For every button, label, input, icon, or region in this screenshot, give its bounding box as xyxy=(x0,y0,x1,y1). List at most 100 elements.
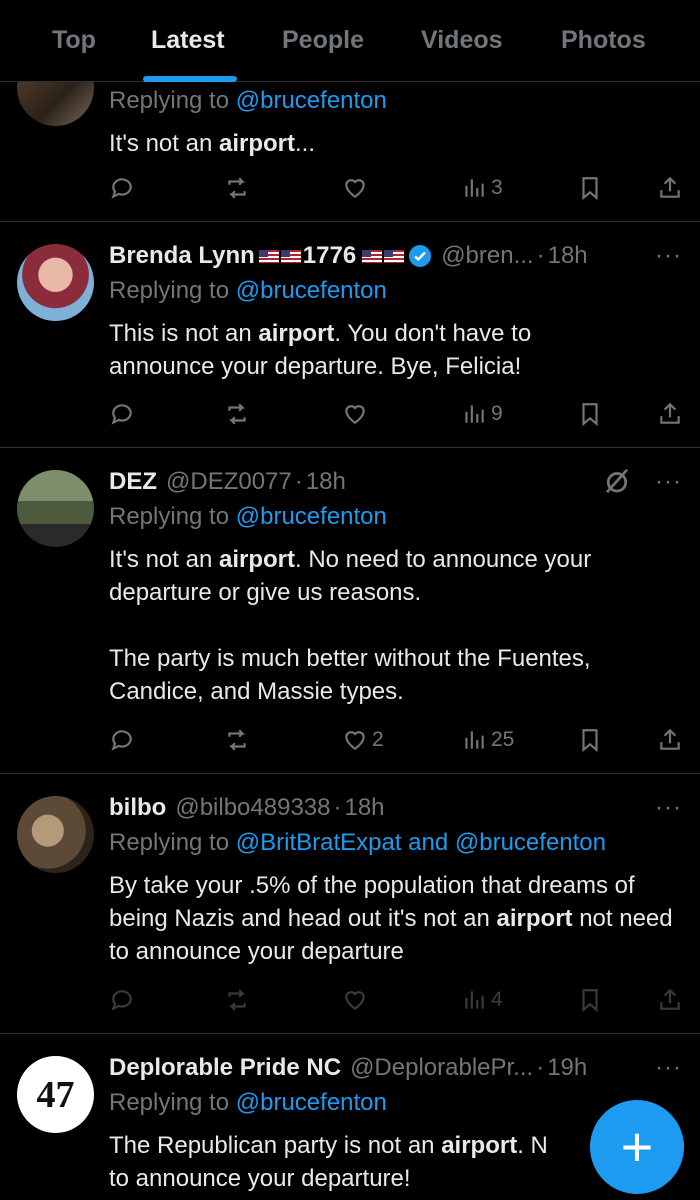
reply-icon xyxy=(111,178,132,199)
tweet[interactable]: Replying to @brucefenton It's not an air… xyxy=(0,49,700,222)
share-icon xyxy=(660,402,680,424)
repost-button[interactable] xyxy=(224,722,250,758)
tweet-header: bilbo @bilbo489338 · 18h ··· xyxy=(109,794,682,822)
repost-button[interactable] xyxy=(224,982,250,1018)
handle[interactable]: @bren... xyxy=(441,242,533,270)
handle[interactable]: @bilbo489338 xyxy=(175,794,330,822)
tweet-actions: 2 25 xyxy=(109,722,682,758)
views-button[interactable]: 25 xyxy=(461,722,514,758)
compose-button[interactable]: + xyxy=(590,1100,684,1194)
repost-icon xyxy=(228,403,246,425)
mention-link[interactable]: @brucefenton xyxy=(236,1089,387,1116)
share-button[interactable] xyxy=(657,982,683,1018)
tweet[interactable]: DEZ @DEZ0077 · 18h ··· Replying to @bruc… xyxy=(0,448,700,774)
display-name[interactable]: DEZ xyxy=(109,468,157,496)
bookmark-button[interactable] xyxy=(577,722,603,758)
share-icon xyxy=(660,728,680,750)
timestamp[interactable]: 18h xyxy=(548,242,588,270)
views-icon xyxy=(465,405,484,423)
tab-photos[interactable]: Photos xyxy=(561,26,646,55)
repost-button[interactable] xyxy=(224,396,250,432)
views-icon xyxy=(465,179,484,197)
avatar[interactable]: 47 xyxy=(17,1056,94,1133)
tweet-actions: 9 xyxy=(109,396,682,432)
bookmark-button[interactable] xyxy=(577,982,603,1018)
replying-to: Replying to @brucefenton xyxy=(109,1089,387,1116)
bookmark-icon xyxy=(582,729,598,753)
tweet-text: It's not an airport. No need to announce… xyxy=(109,546,592,606)
display-name[interactable]: Deplorable Pride NC xyxy=(109,1054,341,1082)
like-button[interactable]: 2 xyxy=(342,722,384,758)
display-name-suffix: 1776 xyxy=(302,242,357,269)
repost-icon xyxy=(228,989,246,1011)
mention-link[interactable]: @brucefenton xyxy=(236,87,387,114)
repost-icon xyxy=(228,729,246,751)
like-button[interactable] xyxy=(342,396,368,432)
handle[interactable]: @DeplorablePr... xyxy=(350,1054,533,1082)
tweet-actions: 3 xyxy=(109,170,682,206)
reply-icon xyxy=(111,730,132,751)
bookmark-icon xyxy=(582,989,598,1013)
tweet-header: Brenda Lynn 1776 @bren... · 18h ··· xyxy=(109,242,682,270)
avatar[interactable] xyxy=(17,796,94,873)
more-options-icon[interactable]: ··· xyxy=(655,794,682,822)
bookmark-button[interactable] xyxy=(577,396,603,432)
timestamp[interactable]: 18h xyxy=(306,468,346,496)
tweet-header: Deplorable Pride NC @DeplorablePr... · 1… xyxy=(109,1054,682,1082)
like-button[interactable] xyxy=(342,170,368,206)
views-button[interactable]: 9 xyxy=(461,396,503,432)
tab-videos[interactable]: Videos xyxy=(421,26,503,55)
replying-to: Replying to @brucefenton xyxy=(109,277,387,304)
reply-button[interactable] xyxy=(109,396,135,432)
share-button[interactable] xyxy=(657,722,683,758)
heart-icon xyxy=(345,731,365,750)
replying-to: Replying to @BritBratExpat and @brucefen… xyxy=(109,829,607,856)
tab-latest[interactable]: Latest xyxy=(151,26,225,55)
more-options-icon[interactable]: ··· xyxy=(655,242,682,270)
display-name[interactable]: bilbo xyxy=(109,794,166,822)
views-icon xyxy=(465,731,484,749)
bookmark-icon xyxy=(582,403,598,427)
tab-people[interactable]: People xyxy=(282,26,364,55)
reply-icon xyxy=(111,404,132,425)
search-tabs: Top Latest People Videos Photos xyxy=(0,0,700,82)
like-button[interactable] xyxy=(342,982,368,1018)
tweet[interactable]: bilbo @bilbo489338 · 18h ··· Replying to… xyxy=(0,774,700,1034)
heart-icon xyxy=(345,179,365,198)
display-name[interactable]: Brenda Lynn xyxy=(109,242,255,270)
tweet-header: DEZ @DEZ0077 · 18h ··· xyxy=(109,466,682,496)
avatar[interactable] xyxy=(17,470,94,547)
mention-link[interactable]: @brucefenton xyxy=(236,277,387,304)
plus-icon: + xyxy=(620,1115,654,1178)
flag-emoji xyxy=(362,249,405,263)
views-icon xyxy=(465,991,484,1009)
avatar[interactable] xyxy=(17,244,94,321)
more-options-icon[interactable]: ··· xyxy=(655,1054,682,1082)
views-button[interactable]: 3 xyxy=(461,170,503,206)
flag-emoji xyxy=(258,249,301,263)
tweet[interactable]: 47 Deplorable Pride NC @DeplorablePr... … xyxy=(0,1034,700,1200)
replying-to: Replying to @brucefenton xyxy=(109,503,387,530)
reply-button[interactable] xyxy=(109,170,135,206)
reply-button[interactable] xyxy=(109,982,135,1018)
handle[interactable]: @DEZ0077 xyxy=(166,468,292,496)
active-tab-indicator xyxy=(143,76,237,82)
share-button[interactable] xyxy=(657,170,683,206)
timestamp[interactable]: 19h xyxy=(547,1054,587,1082)
bookmark-button[interactable] xyxy=(577,170,603,206)
reply-button[interactable] xyxy=(109,722,135,758)
mention-link[interactable]: @BritBratExpat and @brucefenton xyxy=(236,829,606,856)
replying-to: Replying to @brucefenton xyxy=(109,87,387,114)
timestamp[interactable]: 18h xyxy=(344,794,384,822)
mention-link[interactable]: @brucefenton xyxy=(236,503,387,530)
share-button[interactable] xyxy=(657,396,683,432)
grok-icon[interactable] xyxy=(602,466,632,496)
more-options-icon[interactable]: ··· xyxy=(655,468,682,496)
tweet[interactable]: Brenda Lynn 1776 @bren... · 18h ··· Repl… xyxy=(0,222,700,448)
views-button[interactable]: 4 xyxy=(461,982,503,1018)
reply-icon xyxy=(111,990,132,1011)
repost-button[interactable] xyxy=(224,170,250,206)
share-icon xyxy=(660,176,680,198)
tab-top[interactable]: Top xyxy=(52,26,96,55)
tweet-text-paragraph: The party is much better without the Fue… xyxy=(109,645,591,705)
